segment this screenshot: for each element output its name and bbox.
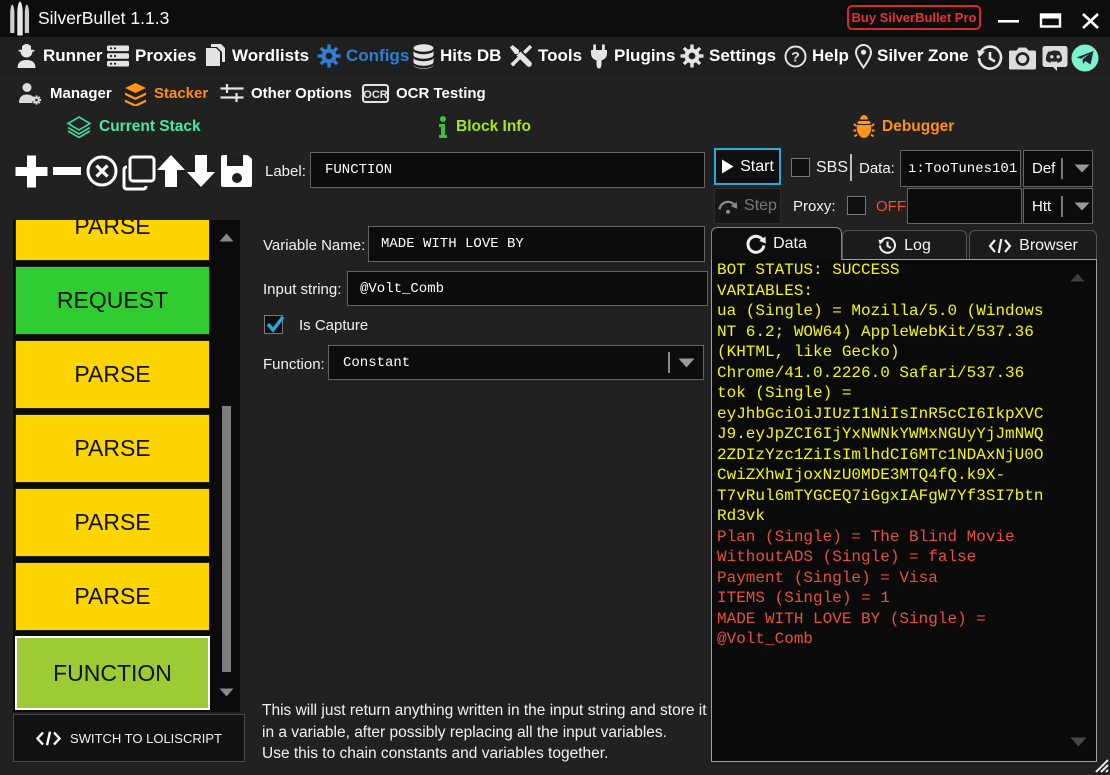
svg-text:?: ?: [791, 48, 800, 64]
svg-text:OCR: OCR: [363, 89, 388, 101]
